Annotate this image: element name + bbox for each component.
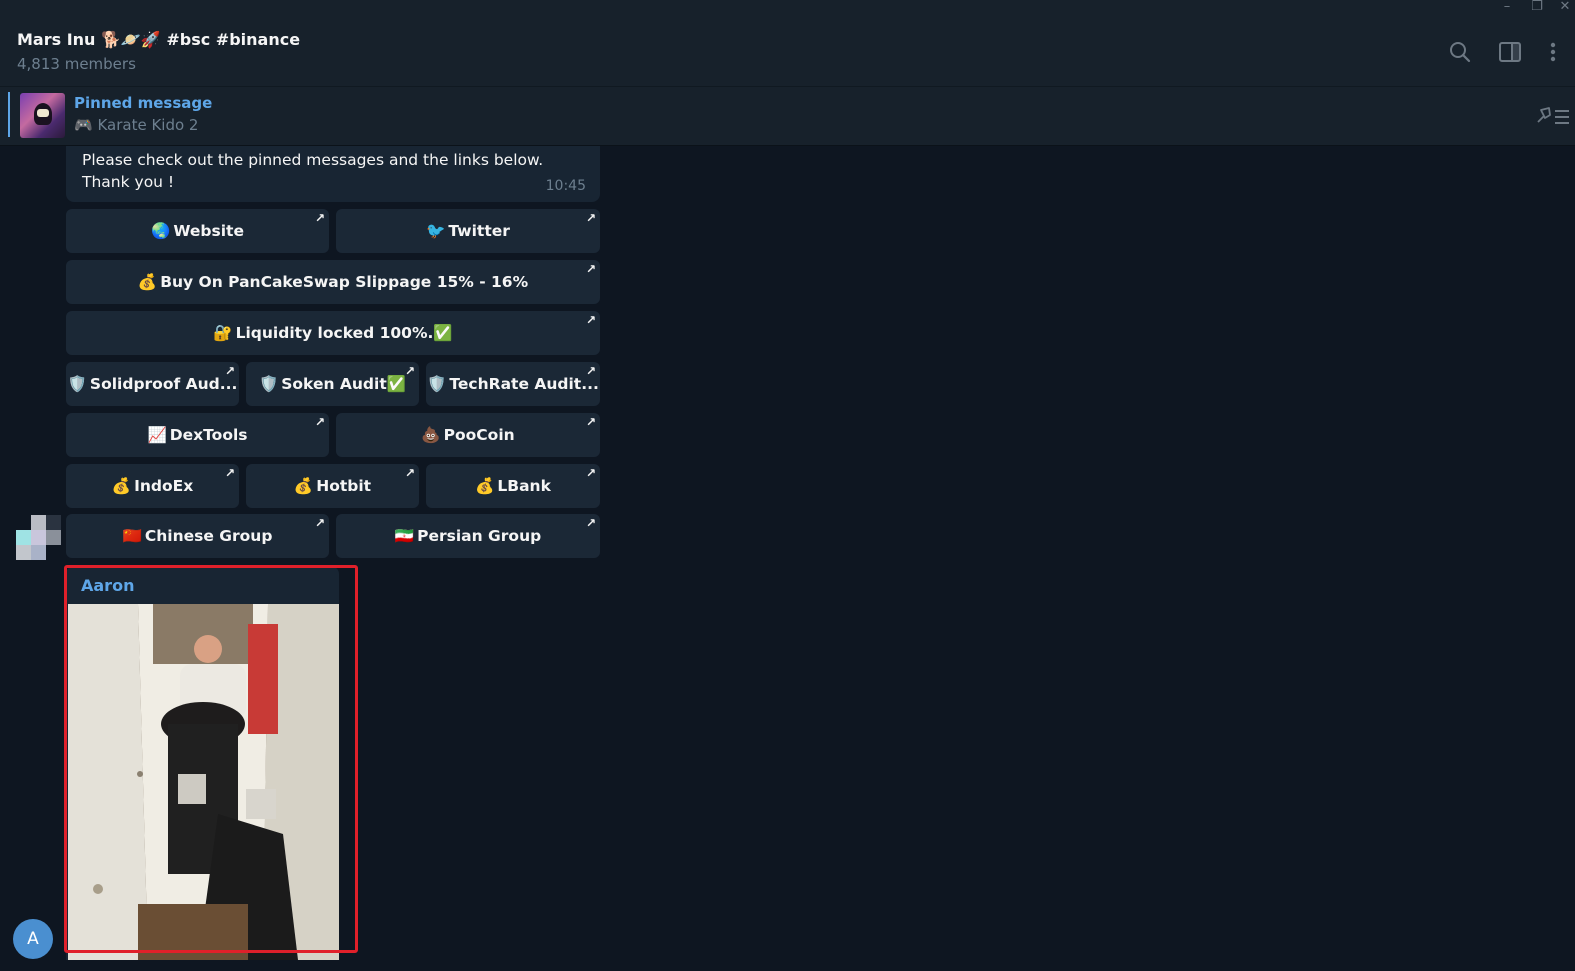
pinned-title: Pinned message — [74, 94, 213, 112]
shield-icon: 🛡️ — [427, 375, 447, 393]
hotbit-button[interactable]: 💰 Hotbit ↗ — [246, 464, 419, 508]
chat-header[interactable]: Mars Inu 🐕🪐🚀 #bsc #binance 4,813 members — [0, 18, 1575, 87]
money-bag-icon: 💰 — [293, 477, 314, 495]
persian-group-label: Persian Group — [417, 527, 542, 545]
liquidity-button[interactable]: 🔐 Liquidity locked 100%.✅ ↗ — [66, 311, 600, 355]
shield-icon: 🛡️ — [258, 375, 279, 393]
message-text: Please check out the pinned messages and… — [82, 151, 544, 191]
twitter-button[interactable]: 🐦 Twitter ↗ — [336, 209, 600, 253]
chart-icon: 📈 — [147, 426, 167, 444]
external-link-icon: ↗ — [404, 466, 415, 480]
external-link-icon: ↗ — [585, 466, 596, 480]
money-bag-icon: 💰 — [111, 477, 132, 495]
money-bag-icon: 💰 — [475, 477, 495, 495]
pinned-message-bar[interactable]: Pinned message 🎮 Karate Kido 2 — [0, 87, 1575, 146]
iran-flag-icon: 🇮🇷 — [394, 527, 415, 545]
message-bubble[interactable]: Please check out the pinned messages and… — [66, 146, 600, 202]
techrate-audit-button[interactable]: 🛡️ TechRate Audit... ↗ — [426, 362, 600, 406]
website-button[interactable]: 🌏 Website ↗ — [66, 209, 329, 253]
poocoin-label: PooCoin — [443, 426, 515, 444]
website-label: Website — [173, 222, 244, 240]
money-bag-icon: 💰 — [137, 273, 158, 291]
window-titlebar: – ❐ ✕ — [0, 0, 1575, 18]
shield-icon: 🛡️ — [67, 375, 87, 393]
message-time: 10:45 — [545, 178, 586, 194]
user-avatar[interactable]: A — [13, 919, 53, 959]
chinese-group-label: Chinese Group — [144, 527, 273, 545]
external-link-icon: ↗ — [224, 466, 235, 480]
twitter-label: Twitter — [448, 222, 510, 240]
more-vertical-icon[interactable] — [1543, 40, 1563, 64]
external-link-icon: ↗ — [585, 516, 596, 530]
sender-avatar[interactable] — [16, 515, 61, 560]
solidproof-label: Solidproof Aud... — [89, 375, 238, 393]
pinned-indicator — [8, 92, 10, 137]
poocoin-button[interactable]: 💩 PooCoin ↗ — [336, 413, 600, 457]
solidproof-audit-button[interactable]: 🛡️ Solidproof Aud... ↗ — [66, 362, 239, 406]
pancakeswap-button[interactable]: 💰 Buy On PanCakeSwap Slippage 15% - 16% … — [66, 260, 600, 304]
close-icon[interactable]: ✕ — [1555, 0, 1575, 16]
external-link-icon: ↗ — [404, 364, 415, 378]
poo-icon: 💩 — [421, 426, 441, 444]
restore-icon[interactable]: ❐ — [1527, 0, 1547, 16]
external-link-icon: ↗ — [585, 415, 596, 429]
external-link-icon: ↗ — [585, 262, 596, 276]
pinned-thumbnail — [20, 93, 65, 138]
lbank-button[interactable]: 💰 LBank ↗ — [426, 464, 600, 508]
external-link-icon: ↗ — [224, 364, 235, 378]
dextools-label: DexTools — [169, 426, 248, 444]
lock-icon: 🔐 — [213, 324, 233, 342]
indoex-label: IndoEx — [134, 477, 194, 495]
globe-icon: 🌏 — [151, 222, 171, 240]
soken-audit-button[interactable]: 🛡️ Soken Audit✅ ↗ — [246, 362, 419, 406]
hotbit-label: Hotbit — [316, 477, 372, 495]
member-count: 4,813 members — [17, 55, 136, 73]
external-link-icon: ↗ — [314, 415, 325, 429]
minimize-icon[interactable]: – — [1497, 0, 1517, 16]
sidebar-toggle-icon[interactable] — [1498, 40, 1522, 64]
indoex-button[interactable]: 💰 IndoEx ↗ — [66, 464, 239, 508]
liquidity-label: Liquidity locked 100%.✅ — [235, 324, 453, 342]
bird-icon: 🐦 — [426, 222, 446, 240]
external-link-icon: ↗ — [585, 211, 596, 225]
external-link-icon: ↗ — [585, 364, 596, 378]
external-link-icon: ↗ — [585, 313, 596, 327]
techrate-label: TechRate Audit... — [449, 375, 599, 393]
search-icon[interactable] — [1448, 40, 1472, 64]
dextools-button[interactable]: 📈 DexTools ↗ — [66, 413, 329, 457]
lbank-label: LBank — [497, 477, 551, 495]
external-link-icon: ↗ — [314, 516, 325, 530]
pinned-list-icon[interactable] — [1535, 104, 1575, 128]
pancakeswap-label: Buy On PanCakeSwap Slippage 15% - 16% — [160, 273, 529, 291]
china-flag-icon: 🇨🇳 — [122, 527, 142, 545]
sender-name[interactable]: Aaron — [81, 576, 134, 595]
pinned-text: 🎮 Karate Kido 2 — [74, 116, 199, 134]
chinese-group-button[interactable]: 🇨🇳 Chinese Group ↗ — [66, 514, 329, 558]
persian-group-button[interactable]: 🇮🇷 Persian Group ↗ — [336, 514, 600, 558]
gif-image[interactable] — [68, 604, 339, 960]
gif-message[interactable]: Aaron — [66, 566, 339, 960]
external-link-icon: ↗ — [314, 211, 325, 225]
chat-title[interactable]: Mars Inu 🐕🪐🚀 #bsc #binance — [17, 30, 300, 49]
soken-label: Soken Audit✅ — [281, 375, 407, 393]
